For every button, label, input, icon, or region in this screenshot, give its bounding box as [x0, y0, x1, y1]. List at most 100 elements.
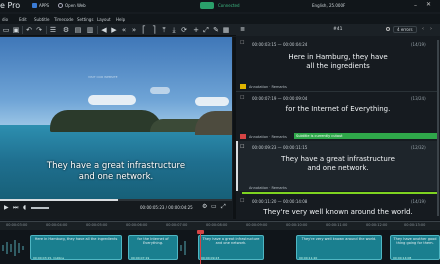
segment-timecode: 00:00:09:23: [201, 256, 220, 260]
play-icon[interactable]: ▶: [4, 204, 9, 211]
fullscreen-icon[interactable]: ⤢: [221, 203, 226, 211]
divider: [46, 26, 47, 34]
menu-item[interactable]: Layout: [97, 17, 111, 22]
watermark: VISIT OUR WEBSITE: [88, 75, 118, 79]
video-player[interactable]: VISIT OUR WEBSITE They have a great infr…: [0, 37, 232, 199]
apps-menu[interactable]: APPS: [39, 3, 49, 8]
status-text: Connected: [218, 3, 240, 8]
row-text-line: all the ingredients: [306, 62, 370, 70]
gear-icon[interactable]: ⚙: [62, 26, 70, 34]
check-icon[interactable]: ☐: [240, 198, 244, 204]
timeline-segment[interactable]: They have a great infrastructure and one…: [198, 235, 264, 260]
row-tabs[interactable]: Annotation · Remarks: [249, 186, 287, 190]
video-subtitle-line: and one network.: [78, 172, 154, 182]
row-text-line: They have a great infrastructure: [281, 155, 395, 163]
open-icon[interactable]: ▭: [2, 26, 10, 34]
mark-out-icon[interactable]: ⎤: [150, 26, 158, 34]
row-tabs[interactable]: Annotation · Remarks: [249, 85, 287, 89]
ruler-tick: 00:00:13:00: [404, 223, 426, 227]
row-text-line: Here in Hamburg, they have: [288, 53, 388, 61]
step-icon[interactable]: ⏭: [13, 204, 18, 212]
ruler-tick: 00:00:11:00: [326, 223, 348, 227]
timeline-segment[interactable]: They're very well known around the world…: [296, 235, 382, 260]
prev-icon[interactable]: ◀: [100, 26, 108, 34]
timeline-segment[interactable]: They have another good thing going for t…: [390, 235, 440, 260]
settings-icon[interactable]: ⚙: [202, 203, 207, 210]
segment-text: They're very well known around the world…: [301, 237, 377, 241]
next-error-icon[interactable]: ›: [430, 26, 432, 32]
row-counter: (12/32): [411, 145, 426, 150]
minimize-icon[interactable]: –: [414, 2, 417, 9]
snap-icon[interactable]: ⤒: [160, 26, 168, 34]
connection-icon: [200, 2, 214, 9]
row-tabs[interactable]: Annotation · Remarks: [249, 135, 287, 139]
segment-text: They have a great infrastructure and one…: [202, 237, 260, 245]
menu-item[interactable]: Edit: [19, 17, 27, 22]
video-subtitle: They have a great infrastructure and one…: [0, 161, 232, 183]
prev-error-icon[interactable]: ‹: [422, 26, 424, 32]
errors-dropdown[interactable]: 4 errors: [393, 26, 417, 33]
menu-item[interactable]: Subtitle: [34, 17, 49, 22]
open-web-link[interactable]: Open Web: [65, 3, 86, 8]
list-item[interactable]: ☐ 00:00:07:19 — 00:00:09:04 (13/24): [236, 92, 437, 138]
row-text: for the Internet of Everything.: [236, 105, 440, 114]
row-counter: (13/24): [411, 96, 426, 101]
video-timecode: 00:00:05:23 / 00:00:04:25: [140, 205, 193, 210]
ruler-tick: 00:00:05:00: [86, 223, 108, 227]
check-icon[interactable]: ☐: [240, 40, 244, 46]
menu-item[interactable]: Settings: [77, 17, 93, 22]
mark-in-icon[interactable]: ⎡: [140, 26, 148, 34]
divider: [97, 26, 98, 34]
row-timecode: 00:00:11:20 — 00:00:14:08: [252, 199, 308, 204]
segment-timecode: 00:00:03:15, Outline: [33, 256, 65, 260]
row-counter: (14/19): [411, 42, 426, 47]
menu-item[interactable]: dio: [2, 17, 8, 22]
timeline-segment[interactable]: for the Internet of Everything. 00:00:07…: [128, 235, 178, 260]
menu-bar: dio Edit Subtitle Timecode Settings Layo…: [0, 14, 440, 24]
apps-icon: [32, 3, 37, 8]
resize-icon[interactable]: ⤢: [202, 26, 210, 34]
ruler-tick: 00:00:03:00: [6, 223, 28, 227]
merge-icon[interactable]: ▥: [86, 26, 94, 34]
close-icon[interactable]: ✕: [426, 1, 431, 8]
grid-icon[interactable]: ▦: [222, 26, 230, 34]
playhead[interactable]: [200, 230, 201, 264]
check-icon[interactable]: ☐: [240, 144, 244, 150]
cloud: [150, 87, 170, 94]
menu-item[interactable]: Help: [116, 17, 125, 22]
segment-timecode: 00:00:14:08: [393, 256, 412, 260]
ruler-tick: 00:00:12:00: [366, 223, 388, 227]
cloud: [195, 97, 229, 106]
row-text: They're very well known around the world…: [236, 208, 440, 217]
forward-icon[interactable]: »: [130, 26, 138, 34]
undo-icon[interactable]: ↶: [25, 26, 33, 34]
rewind-icon[interactable]: «: [120, 26, 128, 34]
split-icon[interactable]: ▤: [74, 26, 82, 34]
warning-bar: Subtitle is currently cutout: [294, 133, 437, 139]
add-icon[interactable]: +: [192, 26, 200, 34]
volume-slider[interactable]: [31, 207, 49, 209]
insert-icon[interactable]: ☰: [49, 26, 57, 34]
ruler-tick: 00:00:06:00: [126, 223, 148, 227]
app-title: e Pro: [0, 1, 21, 10]
playhead-handle[interactable]: [197, 230, 204, 234]
next-icon[interactable]: ▶: [110, 26, 118, 34]
cc-icon[interactable]: ▭: [211, 203, 217, 210]
pen-icon[interactable]: ✎: [212, 26, 220, 34]
menu-item[interactable]: Timecode: [54, 17, 73, 22]
lock-icon[interactable]: ≣: [240, 26, 245, 33]
redo-icon[interactable]: ↷: [35, 26, 43, 34]
segment-timecode: 00:00:07:19: [131, 256, 150, 260]
save-icon[interactable]: ▣: [12, 26, 20, 34]
progress-indicator: [242, 192, 437, 194]
video-subtitle-line: They have a great infrastructure: [46, 161, 186, 171]
loop-icon[interactable]: ⟳: [180, 26, 188, 34]
cloud: [88, 95, 136, 105]
snap-out-icon[interactable]: ⤓: [170, 26, 178, 34]
ruler-tick: 00:00:04:00: [46, 223, 68, 227]
row-text: Here in Hamburg, they have all the ingre…: [236, 53, 440, 71]
divider: [22, 26, 23, 34]
volume-icon[interactable]: ◖: [23, 204, 26, 211]
timeline-segment[interactable]: Here in Hamburg, they have all the ingre…: [30, 235, 122, 260]
check-icon[interactable]: ☐: [240, 95, 244, 101]
